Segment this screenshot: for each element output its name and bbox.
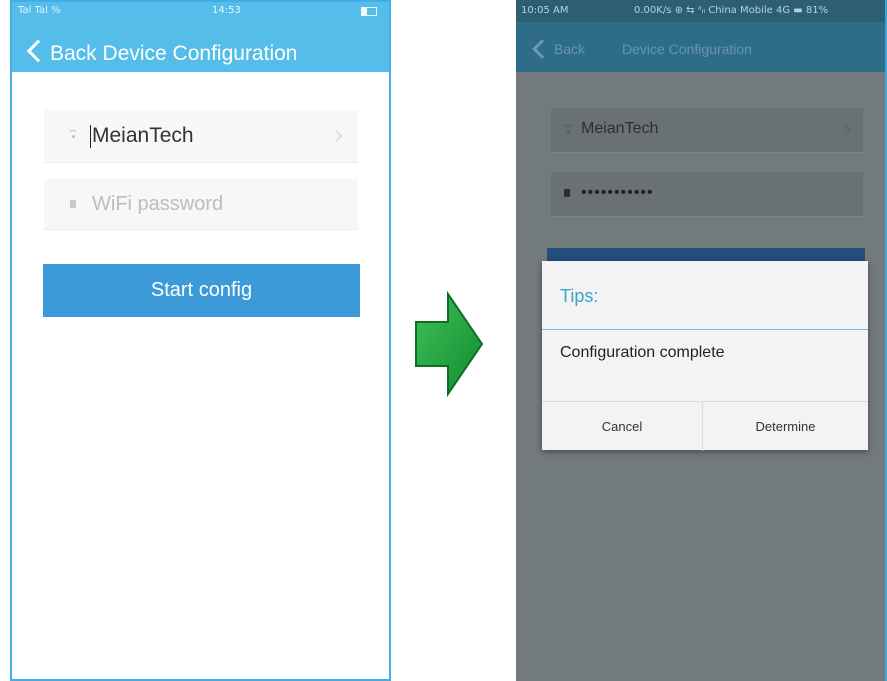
determine-button[interactable]: Determine xyxy=(703,402,868,451)
status-bar: 10:05 AM 0.00K/s ⊕ ⇆ ᵃᵢₗ China Mobile 4G… xyxy=(516,0,885,22)
wifi-ssid-value: MeianTech xyxy=(581,120,659,137)
app-header: Back Device Configuration xyxy=(516,22,885,72)
wifi-password-field[interactable]: WiFi password xyxy=(44,179,358,230)
dialog-message: Configuration complete xyxy=(560,344,725,361)
chevron-right-icon[interactable] xyxy=(330,130,342,142)
battery-icon xyxy=(361,7,377,16)
wifi-icon xyxy=(68,130,78,138)
text-cursor xyxy=(90,125,91,148)
signal-text: Tal Tal % xyxy=(18,5,61,16)
back-chevron-icon[interactable] xyxy=(532,39,552,59)
status-bar: Tal Tal % 14:53 xyxy=(12,2,389,22)
back-label[interactable]: Back xyxy=(50,42,97,65)
dialog-button-row: Cancel Determine xyxy=(542,401,868,451)
status-time: 14:53 xyxy=(212,5,241,16)
app-header: Tal Tal % 14:53 Back Device Configuratio… xyxy=(12,2,389,72)
lock-icon xyxy=(70,200,76,208)
left-phone-screen: Tal Tal % 14:53 Back Device Configuratio… xyxy=(10,0,391,681)
back-chevron-icon[interactable] xyxy=(26,39,50,63)
right-phone-screen: 10:05 AM 0.00K/s ⊕ ⇆ ᵃᵢₗ China Mobile 4G… xyxy=(516,0,887,681)
wifi-icon xyxy=(563,125,573,133)
dialog-divider xyxy=(542,329,868,330)
status-indicators: 0.00K/s ⊕ ⇆ ᵃᵢₗ China Mobile 4G ▬ 81% xyxy=(634,5,829,16)
wifi-ssid-value: MeianTech xyxy=(92,124,194,147)
wifi-password-value: ••••••••••• xyxy=(581,184,654,201)
back-label[interactable]: Back xyxy=(554,41,585,57)
tips-dialog: Tips: Configuration complete Cancel Dete… xyxy=(542,261,868,451)
chevron-right-icon[interactable] xyxy=(839,124,851,136)
title-row: Back Device Configuration xyxy=(12,39,389,72)
dialog-title: Tips: xyxy=(560,286,599,306)
start-config-button[interactable]: Start config xyxy=(43,264,360,317)
lock-icon xyxy=(564,189,570,197)
page-title: Device Configuration xyxy=(102,42,298,65)
right-arrow-icon xyxy=(415,290,484,398)
wifi-ssid-field[interactable]: MeianTech xyxy=(551,108,863,153)
wifi-password-field[interactable]: ••••••••••• xyxy=(551,172,863,217)
status-time: 10:05 AM xyxy=(521,5,569,16)
page-title: Device Configuration xyxy=(622,41,752,57)
cancel-button[interactable]: Cancel xyxy=(542,402,703,451)
wifi-ssid-field[interactable]: MeianTech xyxy=(44,110,358,163)
wifi-password-placeholder: WiFi password xyxy=(92,193,224,215)
header-title-group: Back Device Configuration xyxy=(50,42,297,66)
